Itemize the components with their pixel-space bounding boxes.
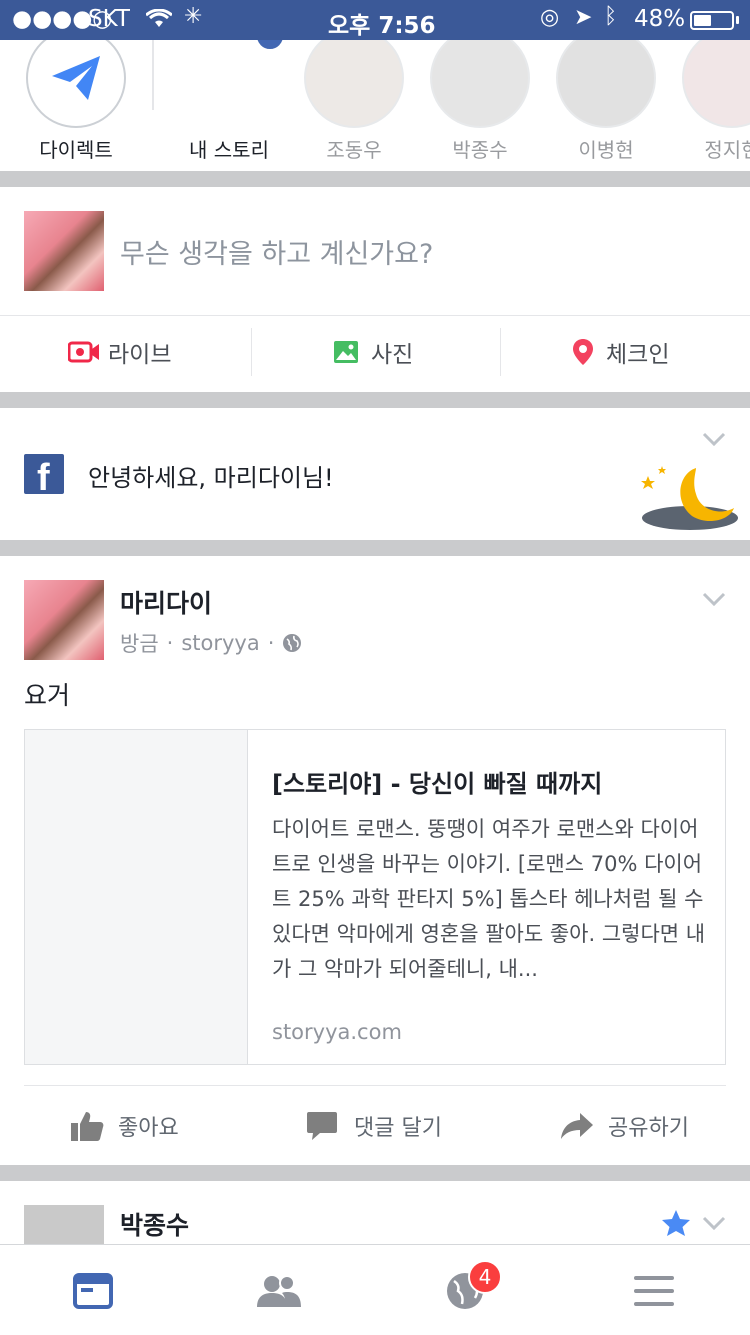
tab-menu[interactable] bbox=[629, 1266, 679, 1316]
location-pin-icon bbox=[573, 339, 593, 365]
live-button[interactable]: 라이브 bbox=[68, 328, 171, 376]
photo-icon bbox=[334, 341, 358, 363]
live-label: 라이브 bbox=[108, 342, 172, 368]
meta-dot: · bbox=[166, 631, 174, 655]
news-feed-icon bbox=[73, 1273, 113, 1309]
post-meta: 방금 · storyya · bbox=[120, 628, 302, 658]
story-name: 다이렉트 bbox=[39, 138, 113, 162]
composer-avatar[interactable] bbox=[24, 211, 104, 291]
link-thumbnail bbox=[25, 730, 248, 1064]
thumbs-up-icon bbox=[71, 1112, 104, 1141]
section-divider bbox=[0, 540, 750, 556]
clock: 오후 7:56 bbox=[328, 13, 436, 39]
my-story-avatar bbox=[179, 40, 279, 128]
rotation-lock-icon: ◎ bbox=[540, 5, 560, 30]
action-separator bbox=[500, 328, 501, 376]
bluetooth-icon: ᛒ bbox=[604, 4, 618, 29]
checkin-label: 체크인 bbox=[606, 342, 670, 368]
comment-icon bbox=[307, 1112, 337, 1140]
battery-icon bbox=[690, 11, 734, 30]
share-label: 공유하기 bbox=[608, 1116, 689, 1141]
activity-spinner-icon: ✳ bbox=[184, 4, 203, 29]
composer-input[interactable]: 무슨 생각을 하고 계신가요? bbox=[120, 232, 433, 271]
status-bar: ●●●●○ SKT ✳ 오후 7:56 ◎ ➤ ᛒ 48% bbox=[0, 0, 750, 40]
notifications-badge: 4 bbox=[468, 1260, 502, 1294]
meta-dot: · bbox=[267, 631, 275, 655]
wifi-icon bbox=[146, 9, 172, 27]
section-divider bbox=[0, 171, 750, 187]
link-description: 다이어트 로맨스. 뚱땡이 여주가 로맨스와 다이어트로 인생을 바꾸는 이야기… bbox=[272, 817, 706, 981]
story-avatar bbox=[556, 40, 656, 128]
story-name: 박종수 bbox=[452, 138, 508, 162]
composer-separator bbox=[0, 315, 750, 316]
section-divider bbox=[0, 392, 750, 408]
like-label: 좋아요 bbox=[118, 1116, 179, 1141]
location-arrow-icon: ➤ bbox=[574, 5, 593, 30]
stories-row: 다이렉트 내 스토리 조동우 박종수 이병현 정지현 bbox=[0, 40, 750, 170]
story-name: 이병현 bbox=[578, 138, 634, 162]
hamburger-menu-icon bbox=[634, 1276, 674, 1306]
story-friend[interactable]: 박종수 bbox=[425, 40, 535, 163]
story-name: 정지현 bbox=[704, 138, 750, 162]
paper-plane-icon bbox=[52, 56, 100, 100]
link-domain: storyya.com bbox=[272, 1020, 402, 1044]
comment-button[interactable]: 댓글 달기 bbox=[306, 1104, 442, 1148]
chevron-down-icon[interactable] bbox=[702, 1216, 726, 1230]
story-avatar bbox=[304, 40, 404, 128]
tab-news-feed[interactable] bbox=[68, 1266, 118, 1316]
battery-tip bbox=[736, 16, 739, 24]
direct-ring bbox=[26, 40, 126, 128]
story-direct[interactable]: 다이렉트 bbox=[21, 40, 131, 163]
comment-label: 댓글 달기 bbox=[354, 1116, 442, 1141]
post-time[interactable]: 방금 bbox=[120, 628, 159, 658]
share-button[interactable]: 공유하기 bbox=[560, 1104, 689, 1148]
photo-label: 사진 bbox=[371, 342, 414, 368]
story-avatar bbox=[682, 40, 750, 128]
chevron-down-icon[interactable] bbox=[702, 432, 726, 446]
story-friend[interactable]: 조동우 bbox=[299, 40, 409, 163]
section-divider bbox=[0, 1165, 750, 1181]
story-separator bbox=[152, 40, 154, 110]
greeting-text: 안녕하세요, 마리다이님! bbox=[88, 464, 334, 492]
globe-icon bbox=[283, 634, 302, 652]
post-actions-separator bbox=[24, 1085, 726, 1086]
like-button[interactable]: 좋아요 bbox=[70, 1104, 179, 1148]
post-via[interactable]: storyya bbox=[181, 631, 259, 655]
link-title[interactable]: [스토리야] - 당신이 빠질 때까지 bbox=[272, 764, 712, 799]
facebook-logo-icon: f bbox=[24, 454, 64, 494]
next-post-author[interactable]: 박종수 bbox=[120, 1206, 189, 1242]
photo-button[interactable]: 사진 bbox=[333, 328, 413, 376]
tab-notifications[interactable]: 4 bbox=[440, 1260, 502, 1316]
post-author-avatar[interactable] bbox=[24, 580, 104, 660]
moon-illustration-icon bbox=[641, 466, 738, 530]
story-avatar bbox=[430, 40, 530, 128]
post-body: 요거 bbox=[24, 681, 71, 710]
battery-percent: 48% bbox=[634, 6, 686, 32]
story-friend[interactable]: 정지현 bbox=[677, 40, 750, 163]
checkin-button[interactable]: 체크인 bbox=[572, 328, 669, 376]
story-friend[interactable]: 이병현 bbox=[551, 40, 661, 163]
story-name: 내 스토리 bbox=[189, 138, 269, 162]
friends-icon bbox=[257, 1275, 301, 1307]
post-author-name[interactable]: 마리다이 bbox=[120, 584, 212, 620]
share-arrow-icon bbox=[561, 1113, 593, 1139]
carrier-label: SKT bbox=[88, 6, 130, 32]
live-video-icon bbox=[68, 341, 99, 363]
action-separator bbox=[251, 328, 252, 376]
tab-friends[interactable] bbox=[254, 1266, 304, 1316]
story-my-story[interactable]: 내 스토리 bbox=[174, 40, 286, 163]
story-name: 조동우 bbox=[326, 138, 382, 162]
chevron-down-icon[interactable] bbox=[702, 592, 726, 606]
star-icon[interactable] bbox=[661, 1209, 691, 1237]
next-post-avatar[interactable] bbox=[24, 1205, 104, 1245]
